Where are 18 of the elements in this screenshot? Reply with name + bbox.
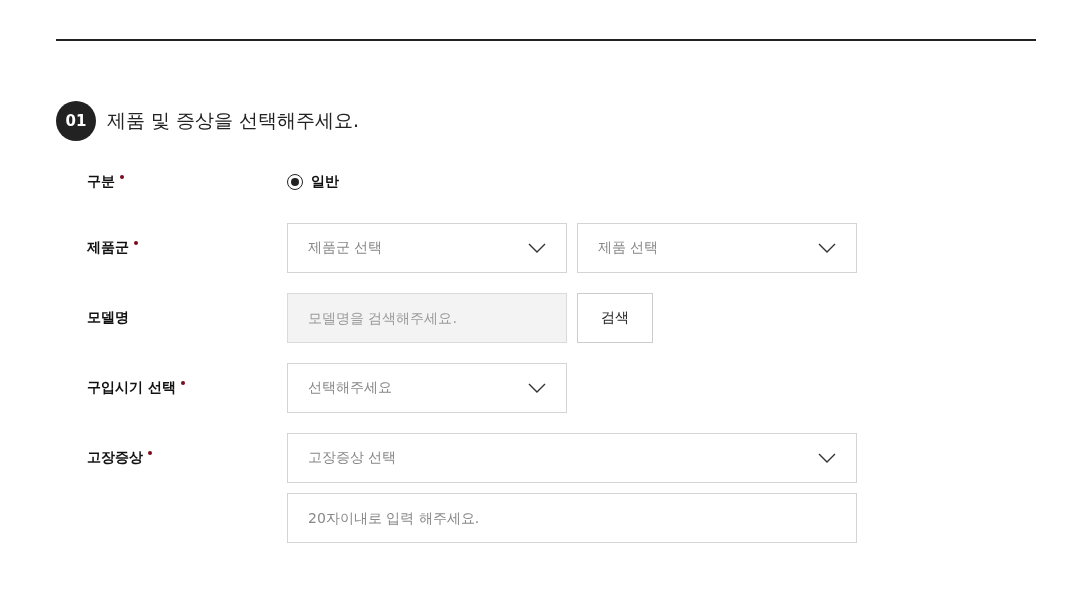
- section-title: 제품 및 증상을 선택해주세요.: [107, 108, 360, 133]
- radio-option[interactable]: 일반: [287, 173, 339, 191]
- select-dropdown[interactable]: 제품 선택: [577, 223, 857, 273]
- field-label: 모델명: [87, 309, 129, 327]
- step-number-badge: 01: [56, 101, 96, 141]
- select-dropdown[interactable]: 선택해주세요: [287, 363, 567, 413]
- input-field[interactable]: 20자이내로 입력 해주세요.: [287, 493, 857, 543]
- chevron-down-icon: [818, 453, 836, 463]
- chevron-down-icon: [818, 243, 836, 253]
- chevron-down-icon: [528, 383, 546, 393]
- select-dropdown[interactable]: 제품군 선택: [287, 223, 567, 273]
- field-label: 구분: [87, 173, 115, 191]
- search-button[interactable]: 검색: [577, 293, 653, 343]
- field-label: 제품군: [87, 239, 129, 257]
- field-label: 고장증상: [87, 449, 143, 467]
- select-dropdown[interactable]: 고장증상 선택: [287, 433, 857, 483]
- chevron-down-icon: [528, 243, 546, 253]
- field-label: 구입시기 선택: [87, 379, 176, 397]
